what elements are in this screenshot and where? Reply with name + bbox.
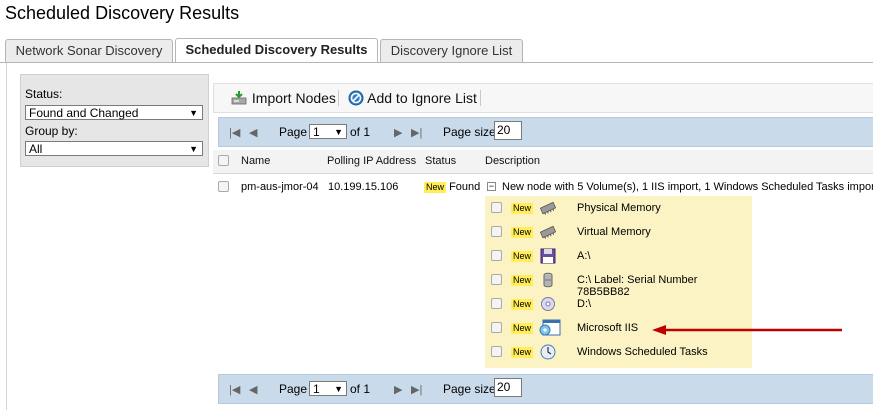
toolbar-separator <box>338 90 339 106</box>
column-header-status[interactable]: Status <box>425 155 456 167</box>
dropdown-arrow-icon: ▼ <box>189 108 198 118</box>
toolbar: Import Nodes Add to Ignore List <box>213 83 873 113</box>
groupby-filter-label: Group by: <box>25 124 78 138</box>
item-label: Microsoft IIS <box>577 322 639 334</box>
import-icon <box>231 91 247 105</box>
list-item: New D:\ <box>485 292 752 316</box>
node-name: pm-aus-jmor-04 <box>241 181 319 193</box>
cd-drive-icon <box>541 297 555 311</box>
item-checkbox[interactable] <box>491 322 502 333</box>
first-page-icon[interactable]: |◀ <box>229 126 240 139</box>
add-to-ignore-list-button[interactable]: Add to Ignore List <box>348 89 477 107</box>
filter-panel: Status: Found and Changed ▼ Group by: Al… <box>20 74 209 167</box>
import-nodes-label: Import Nodes <box>251 90 336 106</box>
import-nodes-button[interactable]: Import Nodes <box>231 89 336 107</box>
node-description: New node with 5 Volume(s), 1 IIS import,… <box>502 181 873 193</box>
item-checkbox[interactable] <box>491 202 502 213</box>
memory-icon <box>539 225 557 239</box>
new-badge: New <box>511 347 534 358</box>
page-size-label: Page size <box>443 382 496 396</box>
item-label: D:\ <box>577 298 592 310</box>
item-checkbox[interactable] <box>491 226 502 237</box>
dropdown-arrow-icon: ▼ <box>189 144 198 154</box>
child-list: New Physical Memory New Virtual Memory N… <box>485 196 752 368</box>
page-select-value: 1 <box>313 125 320 139</box>
column-header-description[interactable]: Description <box>485 155 540 167</box>
annotation-arrow-icon <box>652 325 842 335</box>
last-page-icon[interactable]: ▶| <box>411 126 422 139</box>
tab-network-sonar-discovery[interactable]: Network Sonar Discovery <box>5 39 173 62</box>
row-checkbox[interactable] <box>218 181 229 192</box>
first-page-icon[interactable]: |◀ <box>229 383 240 396</box>
dropdown-arrow-icon: ▼ <box>334 384 343 394</box>
new-badge: New <box>511 323 534 334</box>
page-select[interactable]: 1 ▼ <box>309 124 347 139</box>
new-badge: New <box>511 251 534 262</box>
page-title: Scheduled Discovery Results <box>5 3 240 23</box>
column-header-name[interactable]: Name <box>241 155 270 167</box>
status-select[interactable]: Found and Changed ▼ <box>25 105 203 120</box>
toolbar-separator <box>480 90 481 106</box>
pager-bottom: |◀ ◀ Page 1 ▼ of 1 ▶ ▶| Page size 20 <box>218 374 873 404</box>
list-item: New Virtual Memory <box>485 220 752 244</box>
tab-scheduled-discovery-results[interactable]: Scheduled Discovery Results <box>175 38 378 63</box>
tab-discovery-ignore-list[interactable]: Discovery Ignore List <box>380 39 523 62</box>
collapse-icon[interactable]: − <box>487 182 496 191</box>
item-label: Windows Scheduled Tasks <box>577 346 708 358</box>
prev-page-icon[interactable]: ◀ <box>249 383 257 396</box>
node-ip: 10.199.15.106 <box>328 181 399 193</box>
hard-disk-icon <box>543 272 553 288</box>
floppy-disk-icon <box>540 248 556 264</box>
item-checkbox[interactable] <box>491 274 502 285</box>
new-badge: New <box>511 275 534 286</box>
iis-icon <box>539 319 561 336</box>
select-all-checkbox[interactable] <box>218 155 229 166</box>
node-status: New Found <box>424 181 480 193</box>
page-size-label: Page size <box>443 125 496 139</box>
page-size-input[interactable]: 20 <box>494 121 522 140</box>
page-label: Page <box>279 125 308 139</box>
add-to-ignore-list-label: Add to Ignore List <box>367 90 477 106</box>
last-page-icon[interactable]: ▶| <box>411 383 422 396</box>
page-count-label: of 1 <box>350 382 371 396</box>
new-badge: New <box>424 182 447 193</box>
memory-icon <box>539 201 557 215</box>
item-label: A:\ <box>577 250 591 262</box>
dropdown-arrow-icon: ▼ <box>334 127 343 137</box>
list-item: New C:\ Label: Serial Number 78B5BB82 <box>485 268 752 298</box>
table-header: Name Polling IP Address Status Descripti… <box>213 150 873 174</box>
new-badge: New <box>511 227 534 238</box>
page-select-value: 1 <box>313 382 320 396</box>
column-header-polling-ip[interactable]: Polling IP Address <box>327 155 416 167</box>
status-text: Found <box>449 181 481 193</box>
groupby-select[interactable]: All ▼ <box>25 141 203 156</box>
pager-top: |◀ ◀ Page 1 ▼ of 1 ▶ ▶| Page size 20 <box>218 117 873 147</box>
item-checkbox[interactable] <box>491 250 502 261</box>
item-label: Physical Memory <box>577 202 661 214</box>
next-page-icon[interactable]: ▶ <box>394 126 402 139</box>
page-count-label: of 1 <box>350 125 371 139</box>
status-filter-label: Status: <box>25 87 63 101</box>
page-select[interactable]: 1 ▼ <box>309 381 347 396</box>
list-item: New A:\ <box>485 244 752 268</box>
item-label: Virtual Memory <box>577 226 651 238</box>
clock-icon <box>540 344 556 360</box>
list-item: New Physical Memory <box>485 196 752 220</box>
new-badge: New <box>511 203 534 214</box>
groupby-select-value: All <box>29 142 43 156</box>
page-label: Page <box>279 382 308 396</box>
item-checkbox[interactable] <box>491 346 502 357</box>
ignore-icon <box>348 90 364 106</box>
prev-page-icon[interactable]: ◀ <box>249 126 257 139</box>
item-checkbox[interactable] <box>491 298 502 309</box>
next-page-icon[interactable]: ▶ <box>394 383 402 396</box>
new-badge: New <box>511 299 534 310</box>
list-item: New Windows Scheduled Tasks <box>485 340 752 364</box>
page-size-input[interactable]: 20 <box>494 378 522 397</box>
status-select-value: Found and Changed <box>29 106 139 120</box>
